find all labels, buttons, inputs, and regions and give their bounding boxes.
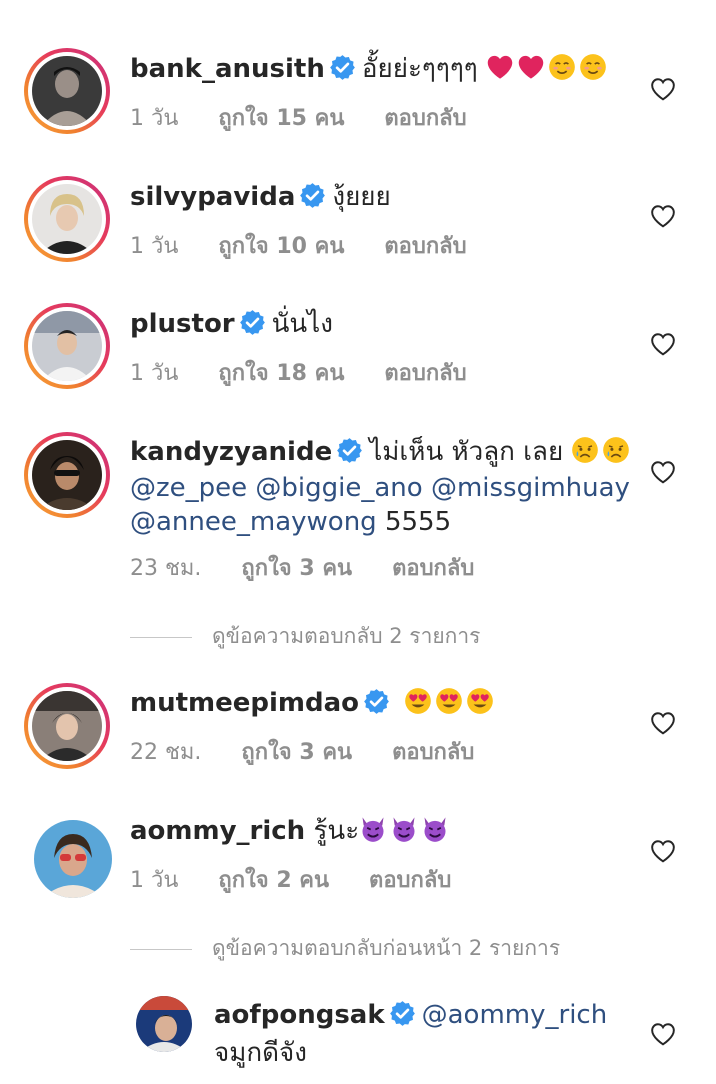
mention-link[interactable]: @ze_pee xyxy=(130,473,247,503)
divider xyxy=(130,948,192,950)
avatar[interactable] xyxy=(24,48,110,134)
avatar[interactable] xyxy=(24,303,110,389)
avatar[interactable] xyxy=(24,683,110,769)
crying-emoji-icon xyxy=(602,436,630,464)
likes-count[interactable]: ถูกใจ 10 คน xyxy=(218,234,344,259)
mention-link[interactable]: @aommy_rich xyxy=(422,1000,608,1030)
likes-count[interactable]: ถูกใจ 18 คน xyxy=(218,361,344,386)
red-heart-emoji-icon xyxy=(517,53,545,81)
avatar[interactable] xyxy=(24,176,110,262)
avatar[interactable] xyxy=(24,432,110,518)
username[interactable]: aofpongsak xyxy=(214,1000,385,1030)
likes-count[interactable]: ถูกใจ 15 คน xyxy=(218,106,344,131)
comment-time: 23 ชม. xyxy=(130,556,202,581)
like-heart-icon[interactable] xyxy=(650,711,676,735)
comment-text: 5555 xyxy=(384,507,452,537)
username[interactable]: bank_anusith xyxy=(130,54,325,84)
mention-link[interactable]: @biggie_ano xyxy=(255,473,422,503)
comment-text: ไม่เห็น หัวลูก เลย xyxy=(369,437,564,467)
verified-icon xyxy=(363,688,390,715)
username[interactable]: kandyzyanide xyxy=(130,437,332,467)
likes-count[interactable]: ถูกใจ 3 คน xyxy=(241,556,352,581)
comment-text: นั่นไง xyxy=(271,309,333,339)
like-heart-icon[interactable] xyxy=(650,1022,676,1046)
comment-text: จมูกดีจัง xyxy=(214,1038,307,1068)
verified-icon xyxy=(239,309,266,336)
comment-time: 1 วัน xyxy=(130,361,179,386)
smiling-devil-emoji-icon xyxy=(359,815,387,843)
verified-icon xyxy=(389,1000,416,1027)
divider xyxy=(130,636,192,638)
heart-eyes-emoji-icon xyxy=(466,687,494,715)
like-heart-icon[interactable] xyxy=(650,77,676,101)
comment-time: 1 วัน xyxy=(130,868,179,893)
view-replies-label: ดูข้อความตอบกลับ 2 รายการ xyxy=(212,624,481,648)
reply-button[interactable]: ตอบกลับ xyxy=(392,740,474,765)
mention-link[interactable]: @missgimhuay xyxy=(431,473,630,503)
smiling-devil-emoji-icon xyxy=(421,815,449,843)
likes-count[interactable]: ถูกใจ 2 คน xyxy=(218,868,329,893)
heart-eyes-emoji-icon xyxy=(404,687,432,715)
reply-button[interactable]: ตอบกลับ xyxy=(369,868,451,893)
reply-button[interactable]: ตอบกลับ xyxy=(392,556,474,581)
like-heart-icon[interactable] xyxy=(650,332,676,356)
comment-time: 1 วัน xyxy=(130,106,179,131)
verified-icon xyxy=(329,54,356,81)
reply-button[interactable]: ตอบกลับ xyxy=(384,361,466,386)
like-heart-icon[interactable] xyxy=(650,204,676,228)
username[interactable]: silvypavida xyxy=(130,182,295,212)
crying-emoji-icon xyxy=(571,436,599,464)
comment-text: รู้นะ xyxy=(313,816,360,846)
username[interactable]: plustor xyxy=(130,309,235,339)
heart-eyes-emoji-icon xyxy=(435,687,463,715)
comment-text: อั้ยย่ะๆๆๆๆ xyxy=(361,54,478,84)
comment-time: 1 วัน xyxy=(130,234,179,259)
view-replies-label: ดูข้อความตอบกลับก่อนหน้า 2 รายการ xyxy=(212,936,561,960)
likes-count[interactable]: ถูกใจ 3 คน xyxy=(241,740,352,765)
comment-time: 22 ชม. xyxy=(130,740,202,765)
verified-icon xyxy=(336,437,363,464)
mention-link[interactable]: @annee_maywong xyxy=(130,507,377,537)
comment-text: งุ้ยยย xyxy=(332,182,391,212)
view-replies-link[interactable]: ดูข้อความตอบกลับ 2 รายการ xyxy=(130,620,480,653)
username[interactable]: aommy_rich xyxy=(130,816,305,846)
like-heart-icon[interactable] xyxy=(650,839,676,863)
username[interactable]: mutmeepimdao xyxy=(130,688,359,718)
verified-icon xyxy=(299,182,326,209)
avatar[interactable] xyxy=(30,816,116,902)
smiling-emoji-icon xyxy=(579,53,607,81)
red-heart-emoji-icon xyxy=(486,53,514,81)
reply-button[interactable]: ตอบกลับ xyxy=(384,106,466,131)
reply-button[interactable]: ตอบกลับ xyxy=(384,234,466,259)
view-previous-replies-link[interactable]: ดูข้อความตอบกลับก่อนหน้า 2 รายการ xyxy=(130,932,560,965)
smiling-devil-emoji-icon xyxy=(390,815,418,843)
avatar[interactable] xyxy=(136,996,192,1052)
smiling-emoji-icon xyxy=(548,53,576,81)
like-heart-icon[interactable] xyxy=(650,460,676,484)
